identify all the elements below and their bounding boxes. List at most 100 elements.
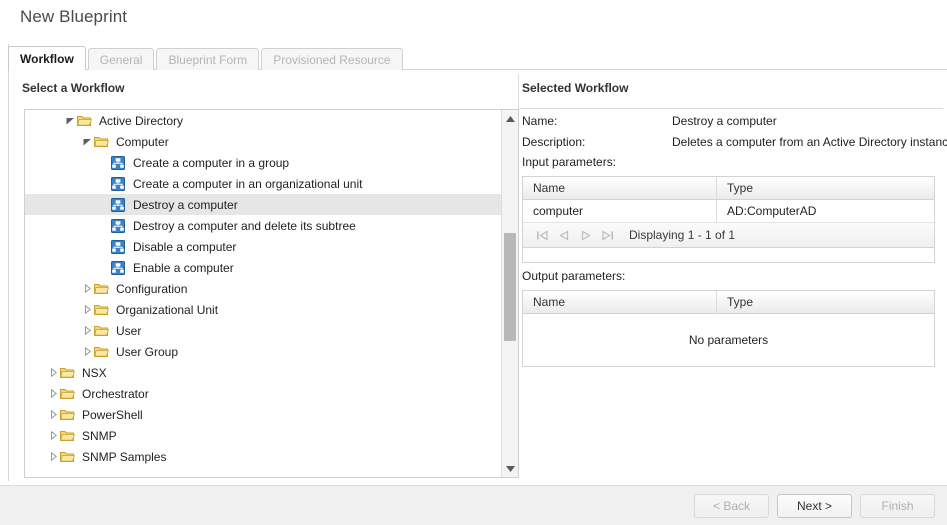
tree-item-label: SNMP Samples — [82, 449, 167, 464]
tab-provisioned-resource[interactable]: Provisioned Resource — [261, 48, 403, 70]
chevron-right-icon[interactable] — [46, 410, 60, 419]
tree-item[interactable]: NSX — [25, 362, 503, 383]
finish-button[interactable]: Finish — [860, 494, 935, 518]
page-last-icon[interactable] — [597, 226, 619, 244]
tree-item-label: Create a computer in a group — [133, 155, 290, 170]
input-col-type[interactable]: Type — [717, 177, 934, 199]
output-col-type[interactable]: Type — [717, 291, 934, 313]
input-table-footer-pad — [523, 248, 934, 263]
page-prev-icon[interactable] — [553, 226, 575, 244]
tree-item[interactable]: Create a computer in a group — [25, 152, 503, 173]
tree-item[interactable]: Configuration — [25, 278, 503, 299]
chevron-right-icon[interactable] — [80, 326, 94, 335]
folder-icon — [94, 324, 112, 337]
tree-item-label: Active Directory — [99, 113, 184, 128]
right-panel-rule — [519, 108, 943, 109]
input-table-pager: Displaying 1 - 1 of 1 — [523, 223, 934, 248]
output-parameters-table: Name Type No parameters — [522, 290, 935, 367]
chevron-right-icon[interactable] — [80, 305, 94, 314]
folder-icon — [60, 450, 78, 463]
tree-item-label: SNMP — [82, 428, 117, 443]
folder-icon — [60, 366, 78, 379]
tree-item[interactable]: Destroy a computer — [25, 194, 503, 215]
page-first-icon[interactable] — [531, 226, 553, 244]
tree-item-label: Disable a computer — [133, 239, 237, 254]
tab-strip: Workflow General Blueprint Form Provisioned… — [8, 46, 405, 70]
folder-icon — [94, 303, 112, 316]
chevron-right-icon[interactable] — [80, 284, 94, 293]
workflow-icon — [111, 260, 129, 275]
tree-scrollbar-thumb[interactable] — [504, 233, 516, 341]
input-col-name[interactable]: Name — [523, 177, 717, 199]
workflow-icon — [111, 197, 129, 212]
back-button[interactable]: < Back — [694, 494, 769, 518]
chevron-right-icon[interactable] — [46, 431, 60, 440]
input-parameters-table: Name Type computer AD:ComputerAD Display… — [522, 176, 935, 263]
tree-scrollbar[interactable] — [501, 110, 518, 477]
chevron-right-icon[interactable] — [46, 452, 60, 461]
chevron-down-icon[interactable] — [80, 137, 94, 146]
folder-icon — [60, 387, 78, 400]
tree-item-label: Orchestrator — [82, 386, 149, 401]
tree-item[interactable]: User Group — [25, 341, 503, 362]
page-title: New Blueprint — [20, 7, 128, 26]
input-row-type: AD:ComputerAD — [727, 204, 817, 218]
tree-item[interactable]: User — [25, 320, 503, 341]
tree-item-label: Configuration — [116, 281, 188, 296]
tree-item[interactable]: Destroy a computer and delete its subtre… — [25, 215, 503, 236]
workflow-description-value: Deletes a computer from an Active Direct… — [672, 134, 947, 149]
tree-item-label: User — [116, 323, 142, 338]
chevron-right-icon[interactable] — [80, 347, 94, 356]
table-row[interactable]: computer AD:ComputerAD — [523, 200, 934, 223]
folder-icon — [60, 408, 78, 421]
workflow-description-label: Description: — [522, 134, 586, 149]
tree-item-label: Enable a computer — [133, 260, 234, 275]
folder-icon — [94, 282, 112, 295]
workflow-icon — [111, 176, 129, 191]
page-next-icon[interactable] — [575, 226, 597, 244]
workflow-name-row: Name: Destroy a computer — [522, 110, 947, 131]
tab-workflow[interactable]: Workflow — [8, 46, 86, 70]
workflow-tree-panel: Active Directory Computer Create a compute… — [24, 109, 519, 478]
right-panel-heading: Selected Workflow — [522, 81, 629, 95]
tree-item[interactable]: SNMP Samples — [25, 446, 503, 467]
output-parameters-label: Output parameters: — [522, 269, 626, 283]
output-table-header: Name Type — [523, 291, 934, 314]
scroll-down-icon[interactable] — [502, 460, 518, 477]
tree-item-label: Destroy a computer and delete its subtre… — [133, 218, 356, 233]
output-table-empty-message: No parameters — [523, 314, 934, 367]
workflow-icon — [111, 218, 129, 233]
tree-item[interactable]: Computer — [25, 131, 503, 152]
tree-item-label: NSX — [82, 365, 107, 380]
tree-item[interactable]: Organizational Unit — [25, 299, 503, 320]
input-parameters-label: Input parameters: — [522, 155, 617, 169]
tab-general[interactable]: General — [87, 48, 155, 70]
scroll-up-icon[interactable] — [502, 110, 518, 127]
wizard-footer: < Back Next > Finish — [0, 485, 947, 525]
tree-item[interactable]: Orchestrator — [25, 383, 503, 404]
folder-icon — [60, 429, 78, 442]
workflow-tree[interactable]: Active Directory Computer Create a compute… — [25, 110, 503, 477]
selected-workflow-details: Name: Destroy a computer Description: De… — [522, 110, 947, 478]
tree-item-label: Computer — [116, 134, 169, 149]
chevron-right-icon[interactable] — [46, 368, 60, 377]
chevron-down-icon[interactable] — [63, 116, 77, 125]
tree-item[interactable]: PowerShell — [25, 404, 503, 425]
workflow-icon — [111, 155, 129, 170]
workflow-name-value: Destroy a computer — [672, 113, 777, 128]
tab-blueprint-form[interactable]: Blueprint Form — [156, 48, 260, 70]
tree-item[interactable]: Active Directory — [25, 110, 503, 131]
input-table-pager-status: Displaying 1 - 1 of 1 — [629, 228, 736, 242]
output-col-name[interactable]: Name — [523, 291, 717, 313]
chevron-right-icon[interactable] — [46, 389, 60, 398]
input-table-header: Name Type — [523, 177, 934, 200]
folder-icon — [94, 135, 112, 148]
tree-item-label: Organizational Unit — [116, 302, 219, 317]
tree-item[interactable]: Create a computer in an organizational u… — [25, 173, 503, 194]
left-panel-heading: Select a Workflow — [22, 81, 125, 95]
tree-item[interactable]: Enable a computer — [25, 257, 503, 278]
tree-item[interactable]: SNMP — [25, 425, 503, 446]
folder-icon — [94, 345, 112, 358]
tree-item[interactable]: Disable a computer — [25, 236, 503, 257]
next-button[interactable]: Next > — [777, 494, 852, 518]
